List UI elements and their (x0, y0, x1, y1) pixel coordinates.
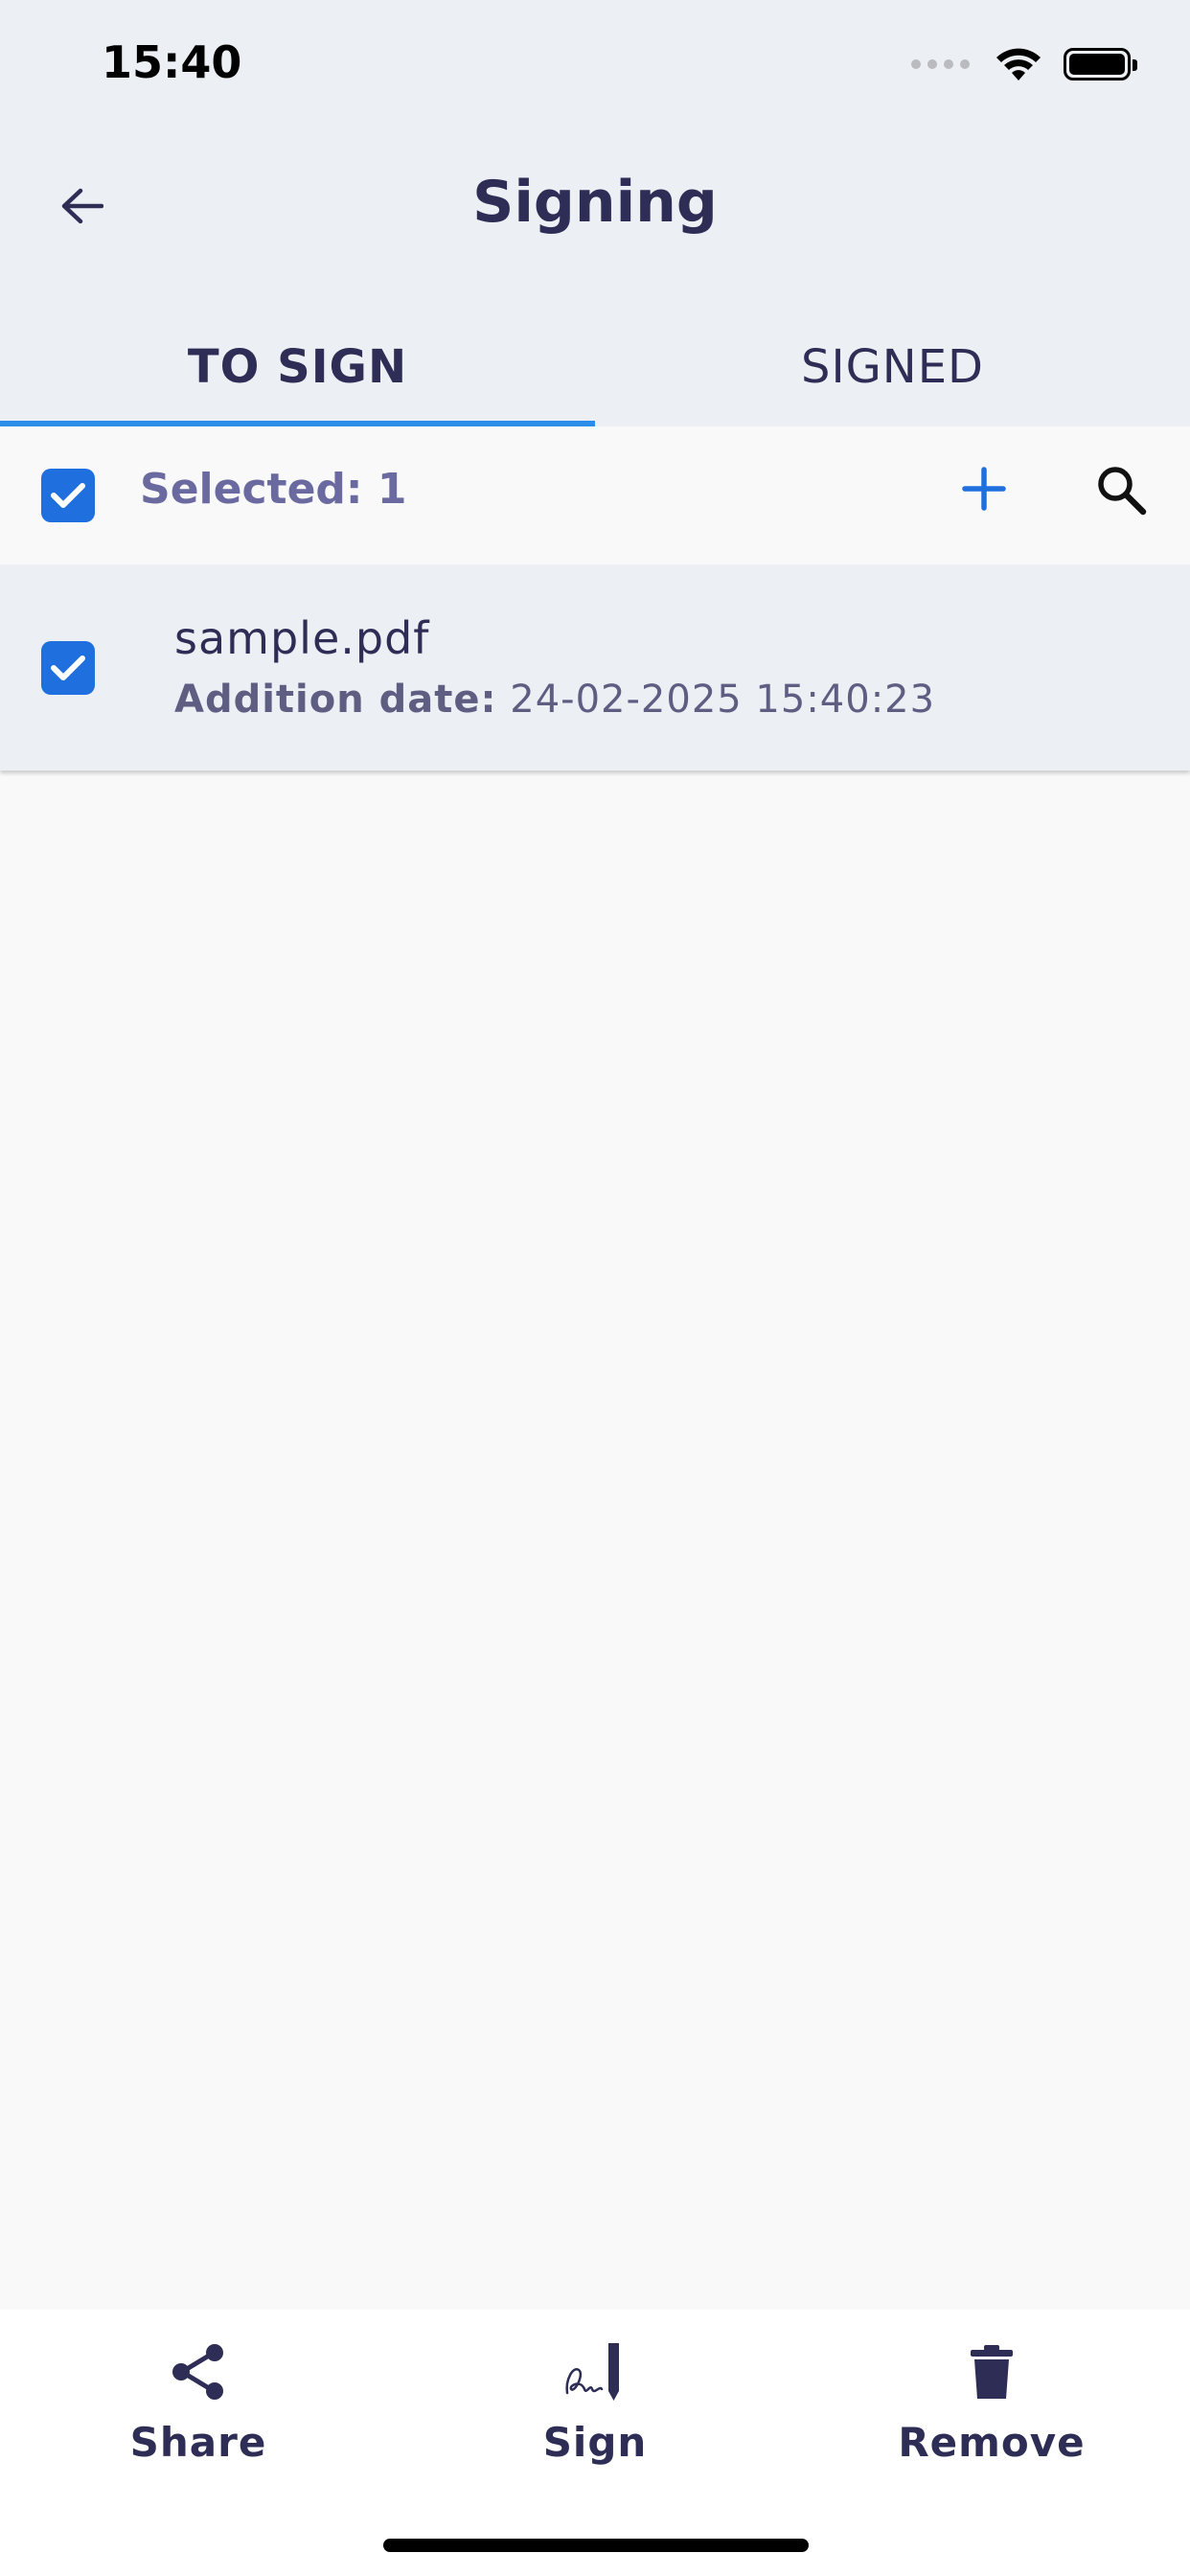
cellular-signal-icon (911, 59, 970, 69)
share-label: Share (129, 2419, 267, 2466)
share-button[interactable]: Share (55, 2338, 342, 2466)
tab-label: TO SIGN (187, 339, 408, 394)
selected-count: Selected: 1 (140, 465, 407, 514)
status-bar: 15:40 (0, 0, 1190, 134)
tab-to-sign[interactable]: TO SIGN (0, 307, 595, 426)
checkmark-icon (51, 656, 85, 680)
wifi-icon (996, 48, 1041, 80)
plus-icon (962, 467, 1006, 511)
page-title: Signing (472, 169, 718, 236)
file-date: Addition date: 24-02-2025 15:40:23 (174, 678, 935, 722)
date-value: 24-02-2025 15:40:23 (510, 678, 936, 722)
remove-label: Remove (898, 2419, 1086, 2466)
app-header: 15:40 Signing TO SIGN SIGNED (0, 0, 1190, 426)
tab-bar: TO SIGN SIGNED (0, 307, 1190, 426)
home-indicator[interactable] (383, 2539, 809, 2552)
checkmark-icon (51, 483, 85, 508)
signature-icon (561, 2338, 629, 2405)
battery-icon (1064, 48, 1137, 80)
search-icon (1098, 467, 1147, 516)
selection-toolbar: Selected: 1 (0, 426, 1190, 564)
sign-label: Sign (542, 2419, 648, 2466)
trash-icon (958, 2338, 1025, 2405)
sign-button[interactable]: Sign (451, 2338, 739, 2466)
tab-signed[interactable]: SIGNED (595, 307, 1190, 426)
add-document-button[interactable] (954, 459, 1014, 518)
tab-label: SIGNED (800, 339, 984, 394)
search-button[interactable] (1090, 459, 1152, 520)
date-label: Addition date: (174, 678, 497, 722)
bottom-action-bar: Share Sign Remove (0, 2310, 1190, 2576)
share-icon (165, 2338, 232, 2405)
list-item[interactable]: sample.pdf Addition date: 24-02-2025 15:… (0, 564, 1190, 770)
select-all-checkbox[interactable] (41, 469, 95, 522)
status-icons (911, 40, 1137, 88)
remove-button[interactable]: Remove (848, 2338, 1135, 2466)
status-time: 15:40 (102, 36, 242, 88)
file-checkbox[interactable] (41, 641, 95, 695)
file-name: sample.pdf (174, 612, 430, 664)
